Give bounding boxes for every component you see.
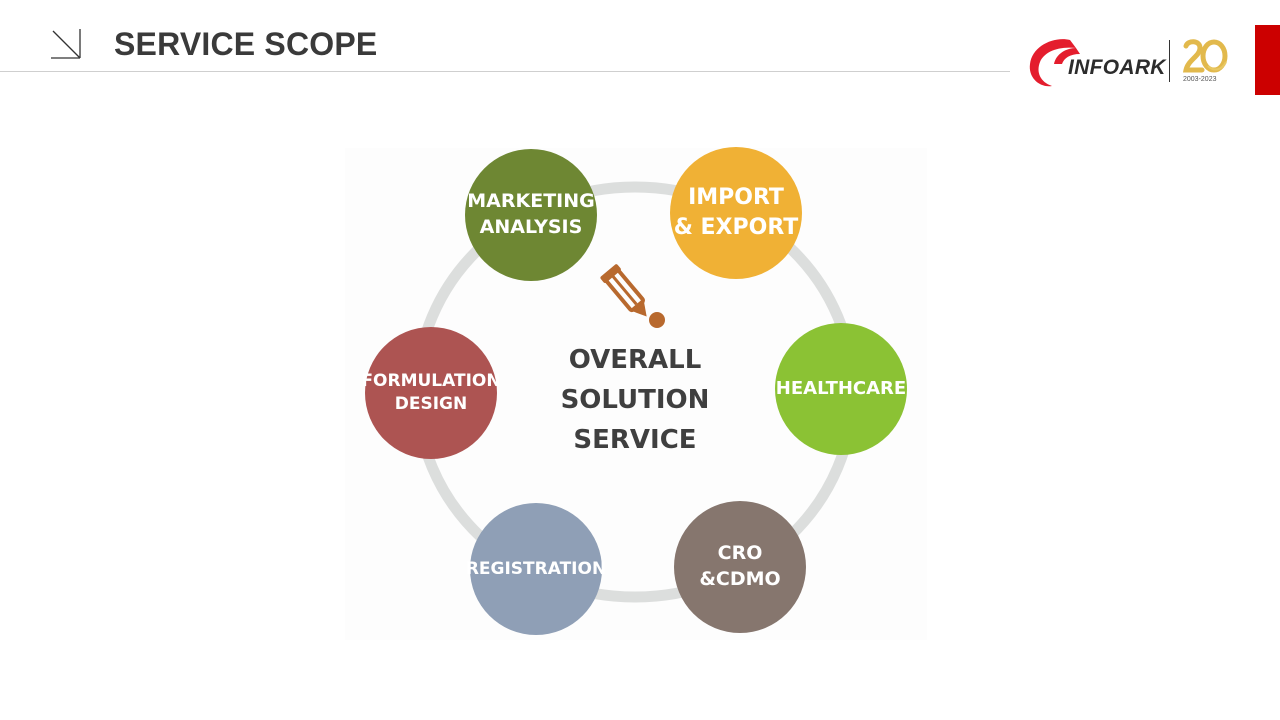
pencil-icon [600, 264, 665, 328]
center-label: OVERALL SOLUTION SERVICE [560, 345, 710, 455]
accent-tab [1255, 25, 1280, 95]
page-title: SERVICE SCOPE [114, 26, 378, 62]
node-label: MARKETING ANALYSIS [467, 190, 595, 238]
node-formulation-design: FORMULATION DESIGN [361, 327, 501, 459]
node-label: IMPORT & EXPORT [673, 185, 799, 240]
anniversary-years: 2003-2023 [1183, 76, 1217, 83]
node-label: REGISTRATION [465, 558, 607, 579]
node-import-export: IMPORT & EXPORT [670, 147, 802, 279]
logo-divider [1169, 40, 1170, 82]
node-label: HEALTHCARE [775, 377, 907, 399]
header-divider [0, 71, 1010, 72]
node-label: CRO &CDMO [699, 542, 781, 590]
node-cro-cdmo: CRO &CDMO [674, 501, 806, 633]
node-marketing-analysis: MARKETING ANALYSIS [465, 149, 597, 281]
node-registration: REGISTRATION [466, 503, 606, 635]
service-diagram: OVERALL SOLUTION SERVICE MARKETING ANALY… [345, 147, 927, 640]
company-logo: INFOARK 2003-2023 [1026, 34, 1236, 90]
node-healthcare: HEALTHCARE [775, 323, 907, 455]
arrow-down-right-icon [51, 29, 81, 59]
logo-brand-text: INFOARK [1068, 56, 1166, 79]
node-label: FORMULATION DESIGN [361, 371, 501, 414]
slide: SERVICE SCOPE INFOARK 2003-2023 OVERALL … [0, 0, 1280, 720]
